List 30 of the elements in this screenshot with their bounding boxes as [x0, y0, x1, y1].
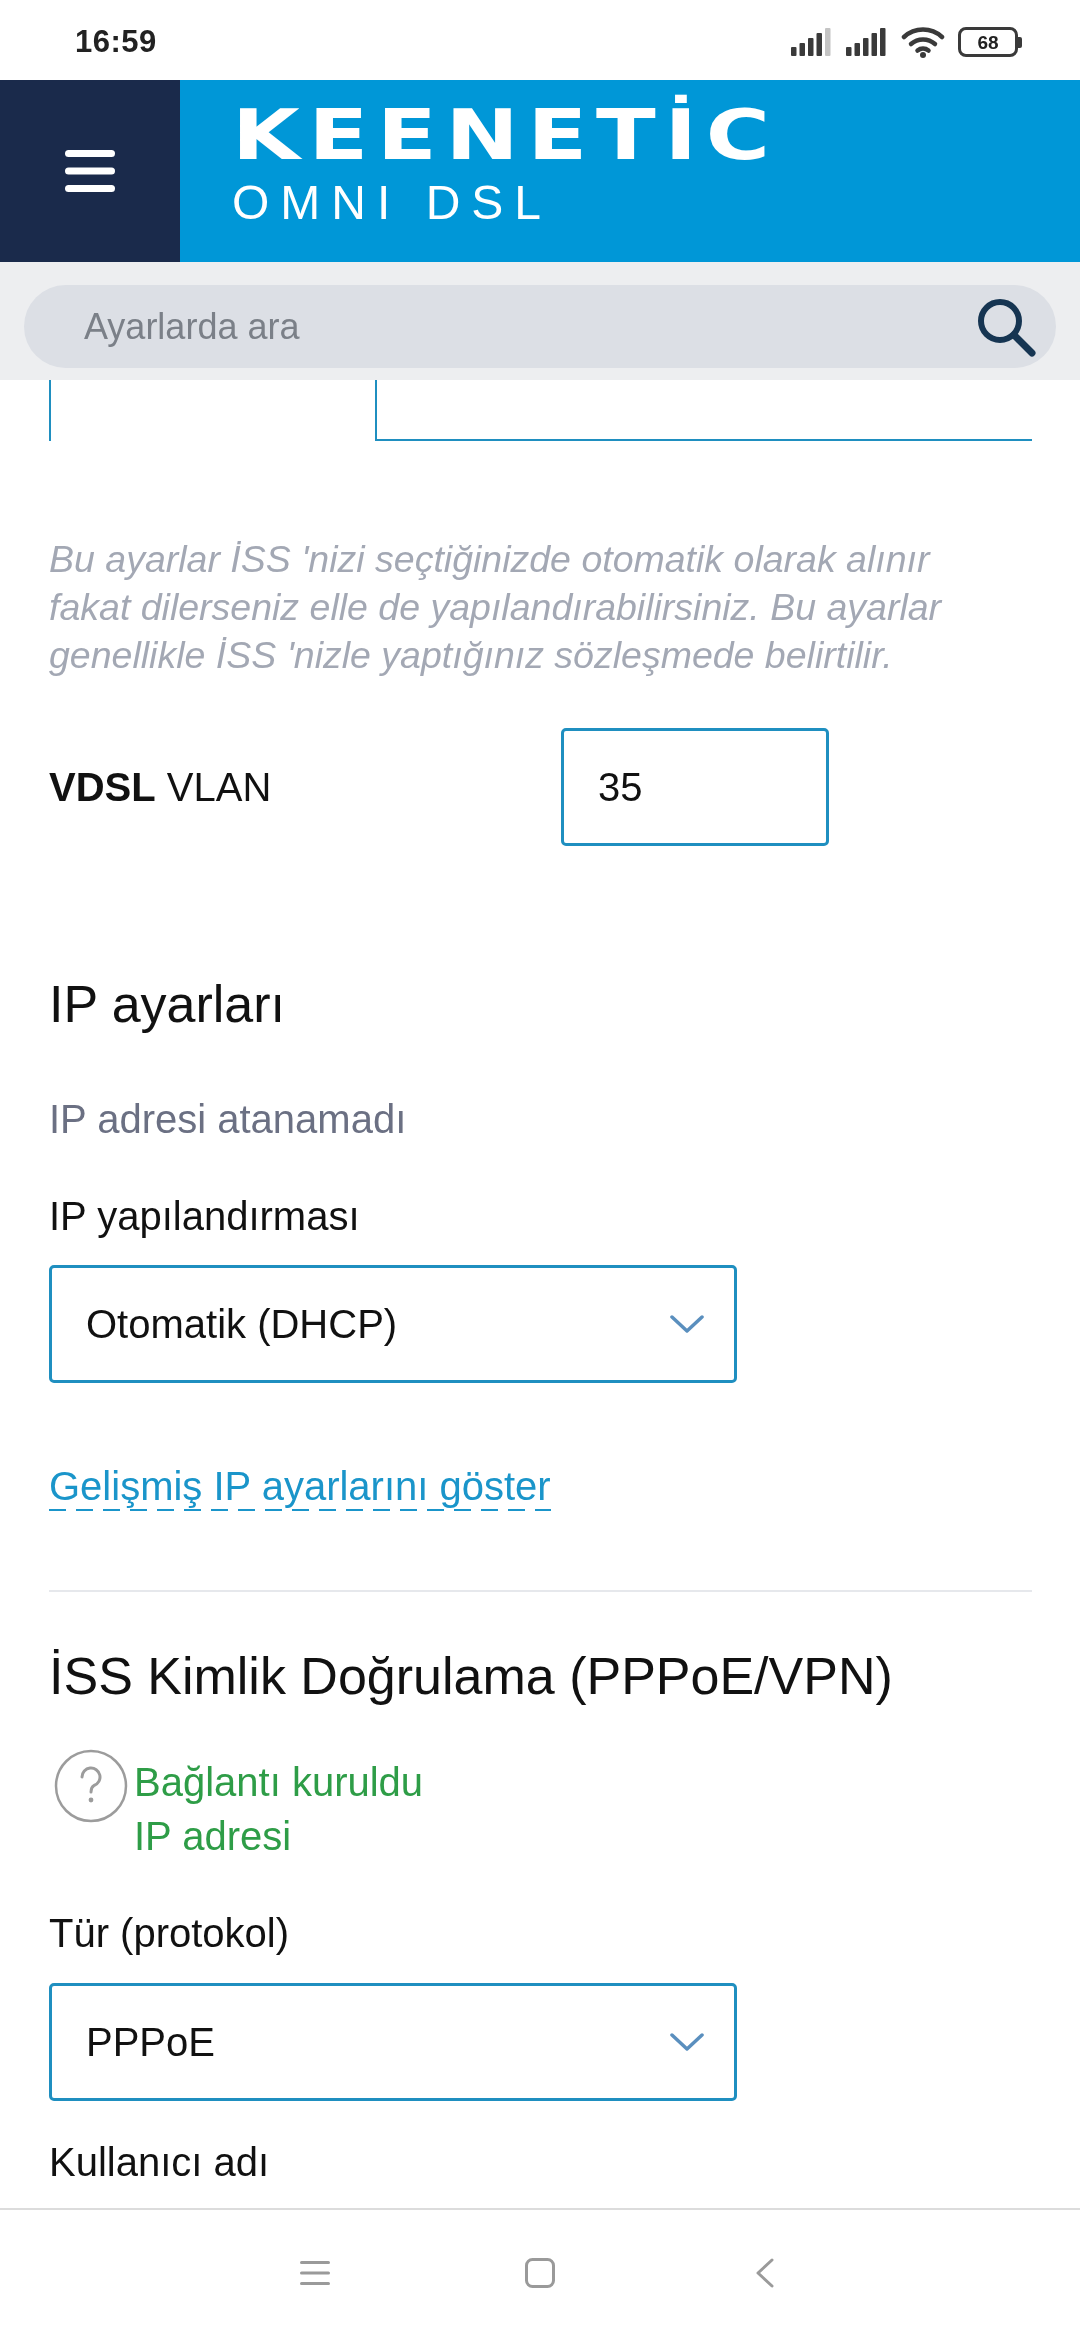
dropdown[interactable]: PPPoE: [49, 1983, 737, 2101]
menu-button[interactable]: [0, 80, 180, 262]
back-icon[interactable]: [756, 2258, 774, 2288]
status-text: IP adresi atanamadı: [49, 1096, 407, 1143]
signal-icon: [791, 28, 833, 56]
status-time: 16:59: [75, 24, 157, 60]
description-text: Bu ayarlar İSS 'nizi seçtiğinizde otomatik olarak alınır fakat dilerseniz elle de yapılandırabilirsiniz. Bu ayarlar genellikle İSS 'nizle yaptığınız sözleşmede belirtilir.: [49, 537, 943, 678]
chevron-down-icon: [670, 1314, 704, 1334]
home-icon[interactable]: [525, 2258, 555, 2288]
search-icon[interactable]: [976, 297, 1036, 357]
connection-status: Bağlantı kuruldu: [134, 1759, 424, 1806]
field-label: Tür (protokol): [49, 1910, 290, 1957]
input-field[interactable]: 35: [561, 728, 829, 846]
field-label: Kullanıcı adı: [49, 2139, 270, 2186]
logo-text: KEENETİC: [232, 96, 779, 174]
model-name: OMNI DSL: [232, 176, 553, 230]
chevron-down-icon: [670, 2032, 704, 2052]
section-title: İSS Kimlik Doğrulama (PPPoE/VPN): [49, 1646, 893, 1707]
wifi-icon: [901, 26, 945, 58]
field-label: VDSL VLAN: [49, 764, 273, 810]
connection-status: IP adresi: [134, 1813, 293, 1860]
dropdown[interactable]: Otomatik (DHCP): [49, 1265, 737, 1383]
menu-icon[interactable]: [300, 2261, 330, 2285]
search-field[interactable]: Ayarlarda ara: [24, 285, 1056, 368]
help-icon[interactable]: [54, 1749, 128, 1823]
field-label: IP yapılandırması: [49, 1193, 360, 1240]
section-title: IP ayarları: [49, 974, 286, 1035]
menu-icon: [65, 150, 115, 192]
battery-indicator: 68: [958, 27, 1022, 57]
signal-icon: [846, 28, 888, 56]
